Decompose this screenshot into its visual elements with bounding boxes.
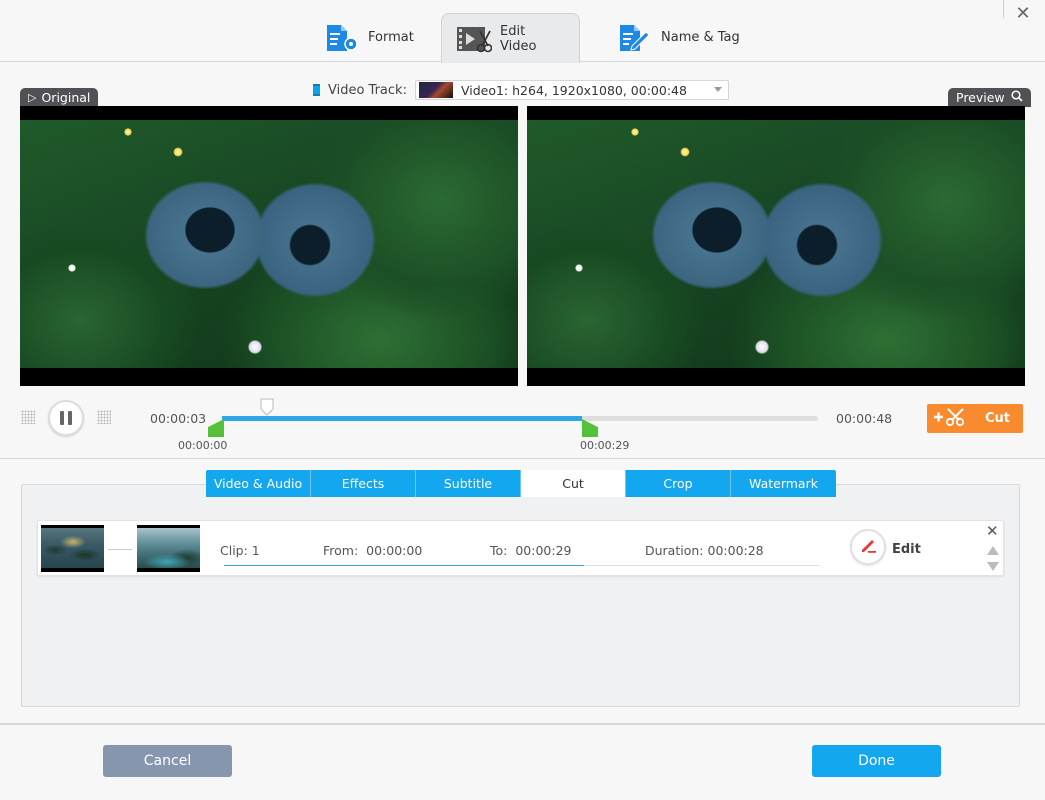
edit-video-icon [456,24,492,54]
video-track-select[interactable]: Video1: h264, 1920x1080, 00:00:48 [414,80,729,100]
original-label: ▷ Original [20,88,99,107]
start-marker-time: 00:00:00 [178,439,228,452]
video-track-thumbnail [418,82,453,98]
tab-crop[interactable]: Crop [626,470,731,497]
preview-label[interactable]: Preview [948,88,1031,107]
footer-divider [0,723,1045,725]
video-track-value: Video1: h264, 1920x1080, 00:00:48 [460,82,687,98]
tab-name-tag-label: Name & Tag [661,30,740,45]
pause-button[interactable] [48,400,84,436]
move-up-icon[interactable] [987,546,999,555]
player-controls: 00:00:03 00:00:00 00:00:29 00:00:48 Cut [0,398,1045,458]
total-time: 00:00:48 [836,411,893,426]
original-label-text: Original [41,90,91,105]
clip-to-label: To: [490,543,508,558]
tab-name-tag[interactable]: Name & Tag [603,13,754,62]
preview-video-pane [527,106,1025,386]
clip-to-value: 00:00:29 [515,543,572,558]
end-marker-time: 00:00:29 [579,439,630,452]
format-settings-icon [324,23,360,53]
clip-duration-value: 00:00:28 [707,543,764,558]
clip-end-thumbnail [137,525,200,572]
add-cut-icon [933,407,967,431]
cut-button[interactable]: Cut [927,404,1023,433]
grip-right-icon[interactable] [97,410,111,424]
clip-row[interactable]: Clip: 1 From: 00:00:00 To: 00:00:29 Dura… [37,520,1004,576]
clip-number: Clip: 1 [220,543,260,558]
tab-cut-label: Cut [562,476,584,491]
clip-to: To: 00:00:29 [490,543,571,558]
current-time: 00:00:03 [150,411,207,426]
tab-subtitle[interactable]: Subtitle [416,470,521,497]
clip-duration: Duration: 00:00:28 [645,543,764,558]
edit-clip-label[interactable]: Edit [892,542,921,557]
grip-left-icon[interactable] [21,410,35,424]
tab-effects-label: Effects [341,476,385,491]
original-video-pane [20,106,518,386]
pause-icon-bar [60,411,64,425]
search-icon [1011,90,1023,105]
play-outline-icon: ▷ [28,91,37,104]
name-tag-icon [617,23,653,53]
cancel-button[interactable]: Cancel [103,745,232,777]
clip-start-thumbnail [41,525,104,572]
tab-format[interactable]: Format [310,13,428,62]
end-marker-handle[interactable] [581,419,598,437]
edit-clip-button[interactable] [850,529,886,565]
move-down-icon[interactable] [987,562,999,571]
preview-label-text: Preview [956,90,1005,105]
tab-crop-label: Crop [663,476,693,491]
clip-from: From: 00:00:00 [323,543,422,558]
clip-from-label: From: [323,543,359,558]
tab-subtitle-label: Subtitle [443,476,493,491]
tab-edit-video-label: Edit Video [500,23,537,54]
preview-video-frame [527,120,1025,368]
tab-edit-video[interactable]: Edit Video [441,13,580,63]
tab-format-label: Format [368,30,414,45]
done-button[interactable]: Done [812,745,941,777]
header: ✕ Format Edit Video Name & Tag [0,0,1045,63]
video-track-icon [313,84,320,96]
tab-watermark[interactable]: Watermark [731,470,836,497]
video-track-row: Video Track: Video1: h264, 1920x1080, 00… [313,80,729,100]
divider [0,458,1045,459]
timeline-selection [222,416,582,421]
tab-video-audio-label: Video & Audio [213,476,303,491]
tab-video-audio[interactable]: Video & Audio [206,470,311,497]
video-track-label: Video Track: [328,82,407,98]
edit-tabs: Video & Audio Effects Subtitle Cut Crop … [206,470,836,497]
edit-panel [21,484,1020,707]
original-video-frame [20,120,518,368]
top-tabs: Format Edit Video Name & Tag [0,13,1045,63]
cut-button-label: Cut [985,411,1011,426]
playhead-handle[interactable] [259,398,275,416]
thumbnail-connector [108,549,132,550]
pause-icon-bar [68,411,72,425]
tab-watermark-label: Watermark [749,476,818,491]
clip-duration-label: Duration: [645,543,704,558]
start-marker-handle[interactable] [208,419,224,437]
tab-cut[interactable]: Cut [521,470,626,497]
chevron-down-icon [713,87,722,92]
tab-effects[interactable]: Effects [311,470,416,497]
remove-clip-icon[interactable]: ✕ [986,522,999,540]
pencil-icon [859,536,877,558]
clip-from-value: 00:00:00 [366,543,423,558]
clip-progress-selection [224,565,584,566]
